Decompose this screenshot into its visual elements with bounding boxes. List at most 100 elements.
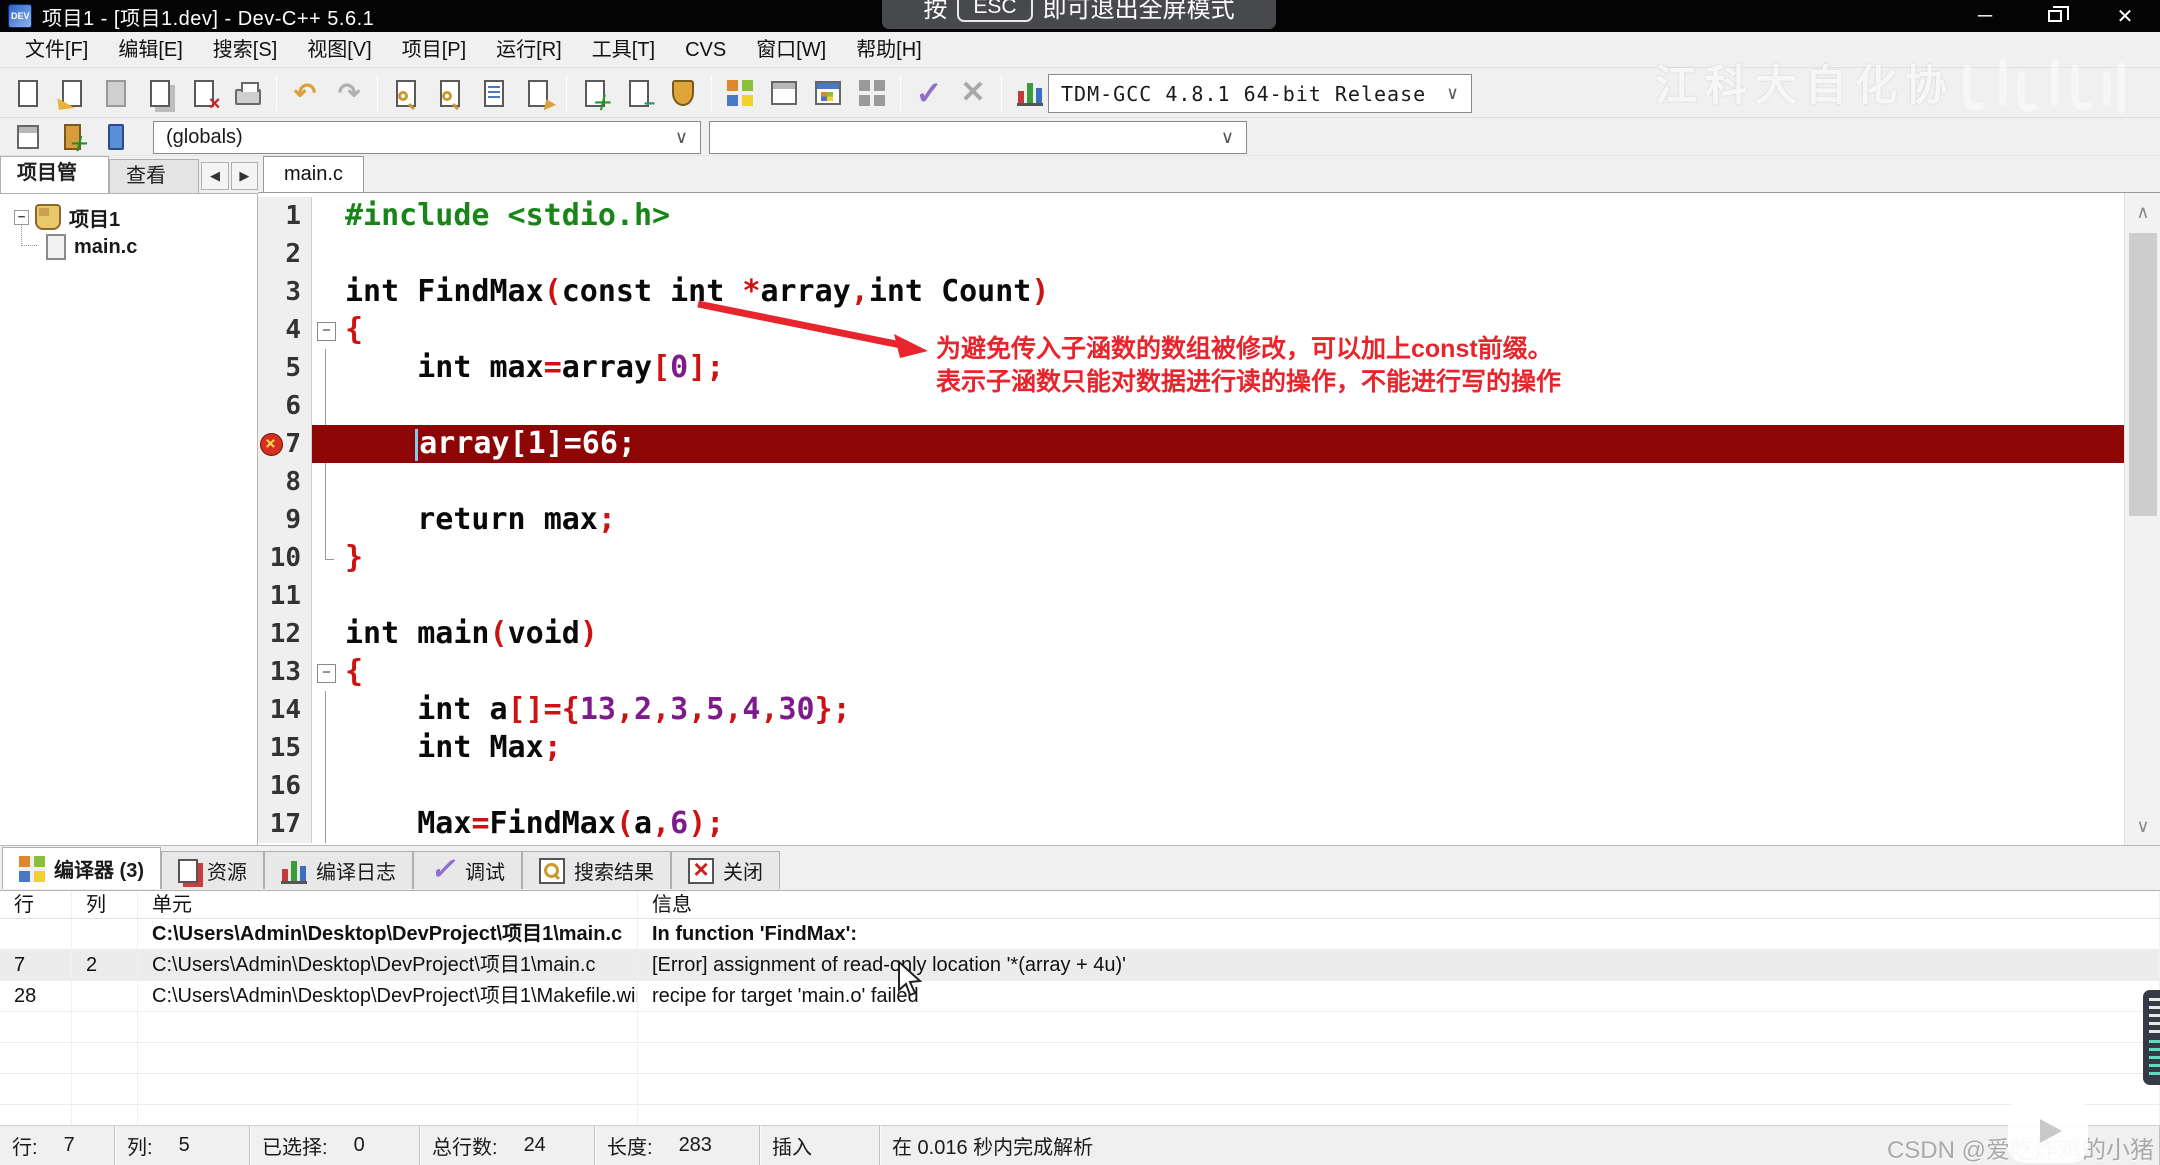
scrollbar-thumb[interactable] xyxy=(2129,233,2157,516)
redo-button[interactable]: ↷ xyxy=(327,72,371,114)
save-button[interactable] xyxy=(94,72,138,114)
code-token: int xyxy=(345,616,417,651)
menu-item-0[interactable]: 文件[F] xyxy=(10,32,103,68)
menu-item-5[interactable]: 运行[R] xyxy=(481,32,577,68)
undo-button[interactable]: ↶ xyxy=(283,72,327,114)
menu-item-1[interactable]: 编辑[E] xyxy=(103,32,197,68)
code-text[interactable]: int a[]={13,2,3,5,4,30}; xyxy=(339,691,2160,729)
find-button[interactable] xyxy=(384,72,428,114)
tab-project-manager[interactable]: 项目管理 xyxy=(0,156,109,193)
remove-from-project-button[interactable] xyxy=(617,72,661,114)
code-text[interactable]: int FindMax(const int *array,int Count) xyxy=(339,273,2160,311)
globals-select[interactable]: (globals) ∨ xyxy=(153,121,701,154)
pages-icon xyxy=(178,859,198,883)
code-line-15[interactable]: 15 int Max; xyxy=(258,729,2160,767)
output-tab-pages[interactable]: 资源 xyxy=(161,851,264,889)
tab-scroll-right-button[interactable]: ▶ xyxy=(231,162,258,190)
back-page-button[interactable] xyxy=(6,116,50,158)
restore-button[interactable] xyxy=(2020,0,2090,32)
new-file-button[interactable] xyxy=(6,72,50,114)
menu-item-9[interactable]: 帮助[H] xyxy=(841,32,937,68)
collapse-icon[interactable]: − xyxy=(14,210,29,225)
code-line-7[interactable]: 7 array[1]=66; xyxy=(258,425,2160,463)
code-text[interactable]: #include <stdio.h> xyxy=(339,197,2160,235)
menu-item-6[interactable]: 工具[T] xyxy=(577,32,670,68)
code-line-13[interactable]: 13{ xyxy=(258,653,2160,691)
code-line-2[interactable]: 2 xyxy=(258,235,2160,273)
project-properties-button[interactable] xyxy=(661,72,705,114)
debug-check-icon: ✓ xyxy=(916,77,943,109)
code-line-14[interactable]: 14 int a[]={13,2,3,5,4,30}; xyxy=(258,691,2160,729)
code-text[interactable]: return max; xyxy=(339,501,2160,539)
table-row[interactable]: C:\Users\Admin\Desktop\DevProject\项目1\ma… xyxy=(0,919,2160,950)
code-text[interactable]: Max=FindMax(a,6); xyxy=(339,805,2160,843)
replace-button[interactable] xyxy=(472,72,516,114)
debug-button[interactable]: ✓ xyxy=(907,72,951,114)
menu-item-2[interactable]: 搜索[S] xyxy=(198,32,292,68)
code-line-3[interactable]: 3int FindMax(const int *array,int Count) xyxy=(258,273,2160,311)
code-line-8[interactable]: 8 xyxy=(258,463,2160,501)
menu-item-3[interactable]: 视图[V] xyxy=(292,32,386,68)
bookmark-button[interactable] xyxy=(94,116,138,158)
abort-button[interactable]: ✕ xyxy=(951,72,995,114)
open-file-button[interactable] xyxy=(50,72,94,114)
tab-scroll-left-button[interactable]: ◀ xyxy=(201,162,228,190)
code-line-9[interactable]: 9 return max; xyxy=(258,501,2160,539)
add-to-project-button[interactable] xyxy=(573,72,617,114)
find-next-button[interactable] xyxy=(428,72,472,114)
save-all-button[interactable] xyxy=(138,72,182,114)
scroll-down-icon[interactable]: ∨ xyxy=(2125,807,2160,845)
close-file-button[interactable] xyxy=(182,72,226,114)
table-row[interactable]: 28C:\Users\Admin\Desktop\DevProject\项目1\… xyxy=(0,981,2160,1012)
table-row[interactable]: 72C:\Users\Admin\Desktop\DevProject\项目1\… xyxy=(0,950,2160,981)
column-header[interactable]: 单元 xyxy=(138,891,638,918)
new-unit-button[interactable] xyxy=(50,116,94,158)
fold-marker-open[interactable] xyxy=(312,653,339,691)
compiler-select[interactable]: TDM-GCC 4.8.1 64-bit Release ∨ xyxy=(1048,74,1472,113)
fold-marker-open[interactable] xyxy=(312,311,339,349)
code-line-1[interactable]: 1#include <stdio.h> xyxy=(258,197,2160,235)
close-button[interactable]: ✕ xyxy=(2090,0,2160,32)
code-text[interactable]: int main(void) xyxy=(339,615,2160,653)
column-header[interactable]: 信息 xyxy=(638,891,2160,918)
output-tab-search[interactable]: 搜索结果 xyxy=(522,851,671,889)
members-select[interactable]: ∨ xyxy=(709,121,1247,154)
compile-and-run-button[interactable] xyxy=(806,72,850,114)
code-text[interactable]: array[1]=66; xyxy=(339,425,2160,463)
editor-tab-mainc[interactable]: main.c xyxy=(263,156,364,192)
minimize-button[interactable]: ─ xyxy=(1950,0,2020,32)
goto-line-button[interactable] xyxy=(516,72,560,114)
tab-class-view[interactable]: 查看类 xyxy=(109,159,199,193)
print-button[interactable] xyxy=(226,72,270,114)
code-line-12[interactable]: 12int main(void) xyxy=(258,615,2160,653)
rebuild-all-button[interactable] xyxy=(850,72,894,114)
code-text[interactable] xyxy=(339,577,2160,615)
scroll-up-icon[interactable]: ∧ xyxy=(2125,193,2160,231)
code-line-17[interactable]: 17 Max=FindMax(a,6); xyxy=(258,805,2160,843)
code-text[interactable]: } xyxy=(339,539,2160,577)
menu-item-7[interactable]: CVS xyxy=(670,32,741,68)
output-tab-chart[interactable]: 编译日志 xyxy=(264,851,413,889)
menu-item-4[interactable]: 项目[P] xyxy=(387,32,481,68)
code-line-16[interactable]: 16 xyxy=(258,767,2160,805)
run-button[interactable] xyxy=(762,72,806,114)
code-line-10[interactable]: 10} xyxy=(258,539,2160,577)
code-line-11[interactable]: 11 xyxy=(258,577,2160,615)
code-text[interactable] xyxy=(339,767,2160,805)
code-editor[interactable]: 1#include <stdio.h>23int FindMax(const i… xyxy=(258,193,2160,845)
compile-button[interactable] xyxy=(718,72,762,114)
code-text[interactable]: int Max; xyxy=(339,729,2160,767)
column-header[interactable]: 列 xyxy=(72,891,138,918)
column-header[interactable]: 行 xyxy=(0,891,72,918)
menu-item-8[interactable]: 窗口[W] xyxy=(741,32,841,68)
output-tab-closedoc[interactable]: 关闭 xyxy=(671,851,780,889)
code-text[interactable] xyxy=(339,235,2160,273)
code-text[interactable]: { xyxy=(339,653,2160,691)
profile-button[interactable] xyxy=(1008,72,1052,114)
output-tab-squares[interactable]: 编译器 (3) xyxy=(2,847,161,889)
tree-node-project[interactable]: − 项目1 xyxy=(0,202,257,232)
output-tab-check[interactable]: 调试 xyxy=(413,851,522,889)
code-text[interactable] xyxy=(339,463,2160,501)
tree-node-mainc[interactable]: main.c xyxy=(0,232,257,262)
editor-vscrollbar[interactable]: ∧ ∨ xyxy=(2124,193,2160,845)
